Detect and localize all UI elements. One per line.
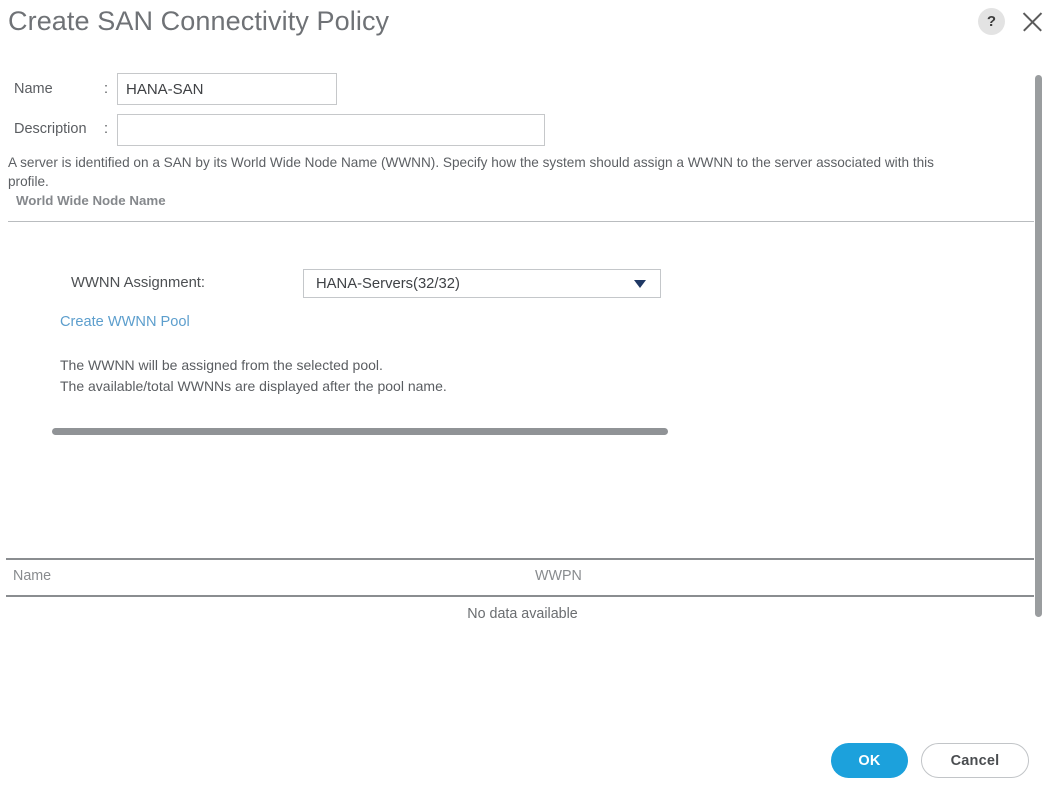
help-icon[interactable]: ? bbox=[978, 8, 1005, 35]
description-field-row: Description bbox=[14, 121, 87, 137]
table-header-bottom-border bbox=[6, 595, 1034, 597]
horizontal-scrollbar-thumb[interactable] bbox=[52, 428, 668, 435]
table-empty-message: No data available bbox=[467, 606, 578, 622]
header-actions: ? bbox=[978, 8, 1045, 35]
close-icon[interactable] bbox=[1019, 9, 1045, 35]
intro-description-text: A server is identified on a SAN by its W… bbox=[8, 155, 934, 189]
wwnn-assignment-selected-value: HANA-Servers(32/32) bbox=[316, 275, 460, 292]
wwnn-assignment-dropdown[interactable]: HANA-Servers(32/32) bbox=[303, 269, 661, 298]
vertical-scrollbar-thumb[interactable] bbox=[1035, 75, 1042, 617]
table-column-header-wwpn[interactable]: WWPN bbox=[535, 568, 582, 584]
description-separator: : bbox=[104, 121, 109, 137]
table-column-header-name[interactable]: Name bbox=[13, 568, 51, 584]
ok-button[interactable]: OK bbox=[831, 743, 908, 778]
section-divider bbox=[8, 221, 1034, 222]
wwnn-hint-text: The WWNN will be assigned from the selec… bbox=[60, 357, 447, 394]
cancel-button[interactable]: Cancel bbox=[921, 743, 1029, 778]
section-title-world-wide-node-name: World Wide Node Name bbox=[16, 193, 166, 208]
name-label: Name bbox=[14, 81, 53, 97]
table-header-top-border bbox=[6, 558, 1034, 560]
name-field-row: Name bbox=[14, 81, 53, 97]
chevron-down-icon bbox=[634, 279, 646, 288]
dialog-title: Create SAN Connectivity Policy bbox=[8, 6, 390, 36]
name-input[interactable] bbox=[117, 73, 337, 105]
name-separator: : bbox=[104, 81, 109, 97]
description-input[interactable] bbox=[117, 114, 545, 146]
description-label: Description bbox=[14, 121, 87, 137]
wwnn-assignment-label: WWNN Assignment: bbox=[71, 275, 206, 291]
create-wwnn-pool-link[interactable]: Create WWNN Pool bbox=[60, 314, 190, 330]
